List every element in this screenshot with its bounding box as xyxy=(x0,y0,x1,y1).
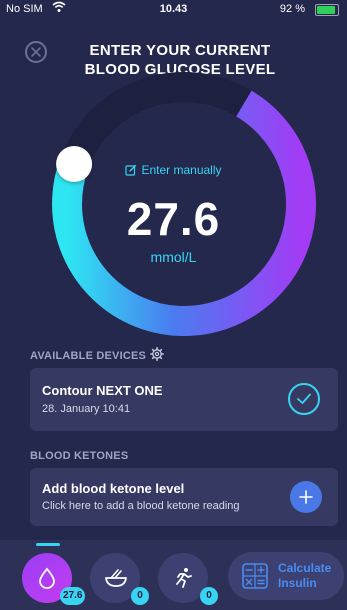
glucose-value: 27.6 xyxy=(126,193,221,245)
blood-drop-icon xyxy=(39,567,55,589)
device-name: Contour NEXT ONE xyxy=(42,383,163,398)
calculate-label-line-1: Calculate xyxy=(278,561,332,575)
food-bowl-icon xyxy=(105,569,127,587)
device-card[interactable]: Contour NEXT ONE 28. January 10:41 xyxy=(30,368,338,431)
gear-icon[interactable] xyxy=(150,347,164,366)
calculate-insulin-label: Calculate Insulin xyxy=(278,561,331,591)
ketone-card[interactable]: Add blood ketone level Click here to add… xyxy=(30,468,338,526)
calculator-icon xyxy=(242,563,268,589)
calculate-label-line-2: Insulin xyxy=(278,576,317,590)
add-ketone-button[interactable] xyxy=(290,481,322,513)
device-selected-button[interactable] xyxy=(288,383,320,415)
active-tab-indicator xyxy=(36,543,60,546)
ketone-subtitle: Click here to add a blood ketone reading xyxy=(42,500,240,512)
glucose-badge: 27.6 xyxy=(60,587,86,605)
enter-manually-label: Enter manually xyxy=(141,163,222,177)
enter-manually-link[interactable]: Enter manually xyxy=(0,163,347,179)
ketone-title: Add blood ketone level xyxy=(42,481,185,496)
activity-badge: 0 xyxy=(200,587,218,605)
running-person-icon xyxy=(176,568,192,588)
plus-icon xyxy=(299,490,313,504)
blood-ketones-label: BLOOD KETONES xyxy=(30,450,129,462)
edit-icon xyxy=(125,164,137,179)
glucose-unit: mmol/L xyxy=(150,249,197,265)
checkmark-icon xyxy=(297,393,311,404)
calculate-insulin-button[interactable]: Calculate Insulin xyxy=(228,552,344,600)
food-badge: 0 xyxy=(131,587,149,605)
device-date: 28. January 10:41 xyxy=(42,403,131,415)
available-devices-label: AVAILABLE DEVICES xyxy=(30,350,147,362)
